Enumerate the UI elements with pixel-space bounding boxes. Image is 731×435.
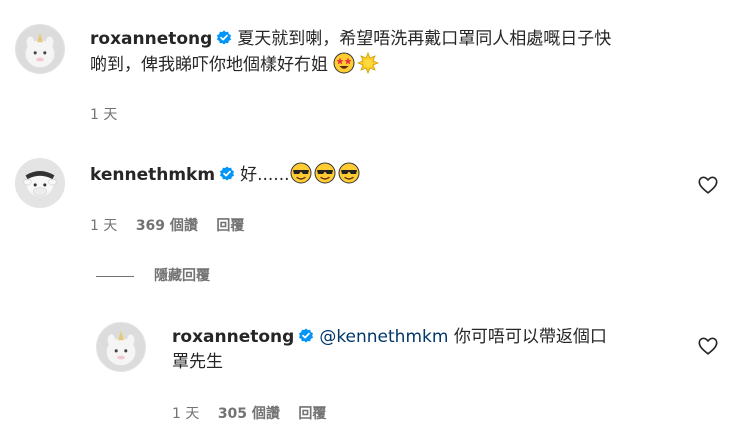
comment-time[interactable]: 1 天 xyxy=(90,218,117,234)
unicorn-avatar-icon xyxy=(16,25,64,73)
verified-badge-icon xyxy=(298,328,314,344)
avatar-roxannetong[interactable] xyxy=(15,24,65,74)
reply-button[interactable]: 回覆 xyxy=(216,218,244,234)
comment-text: 罩先生 xyxy=(172,352,223,372)
divider-line xyxy=(96,275,134,277)
like-heart-icon[interactable] xyxy=(697,335,719,357)
star-struck-emoji-icon xyxy=(333,52,355,74)
comment-time[interactable]: 1 天 xyxy=(90,107,117,123)
likes-count[interactable]: 369 個讚 xyxy=(136,218,198,234)
comment-time[interactable]: 1 天 xyxy=(172,406,199,422)
comment-text: 好...... xyxy=(240,165,290,185)
hide-replies-label: 隱藏回覆 xyxy=(154,268,210,284)
likes-count[interactable]: 305 個讚 xyxy=(218,406,280,422)
sunglasses-emoji-icon xyxy=(290,162,312,184)
hide-replies-button[interactable]: 隱藏回覆 xyxy=(96,265,210,285)
like-heart-icon[interactable] xyxy=(697,174,719,196)
cow-avatar-icon xyxy=(16,159,64,207)
comment-text: 你可唔可以帶返個口 xyxy=(448,327,607,347)
avatar-roxannetong[interactable] xyxy=(96,322,146,372)
avatar-kennethmkm[interactable] xyxy=(15,158,65,208)
reply-button[interactable]: 回覆 xyxy=(298,406,326,422)
verified-badge-icon xyxy=(219,166,235,182)
verified-badge-icon xyxy=(216,30,232,46)
comment-text: 夏天就到喇，希望唔洗再戴口罩同人相處嘅日子快 xyxy=(237,29,612,49)
username[interactable]: roxannetong xyxy=(172,327,294,347)
sunglasses-emoji-icon xyxy=(338,162,360,184)
sun-emoji-icon xyxy=(357,52,380,74)
comment-text: 啲到，俾我睇吓你地個樣好冇姐 xyxy=(90,55,328,75)
username[interactable]: roxannetong xyxy=(90,29,212,49)
unicorn-avatar-icon xyxy=(97,323,145,371)
sunglasses-emoji-icon xyxy=(314,162,336,184)
username[interactable]: kennethmkm xyxy=(90,165,215,185)
mention-link[interactable]: @kennethmkm xyxy=(319,327,448,347)
